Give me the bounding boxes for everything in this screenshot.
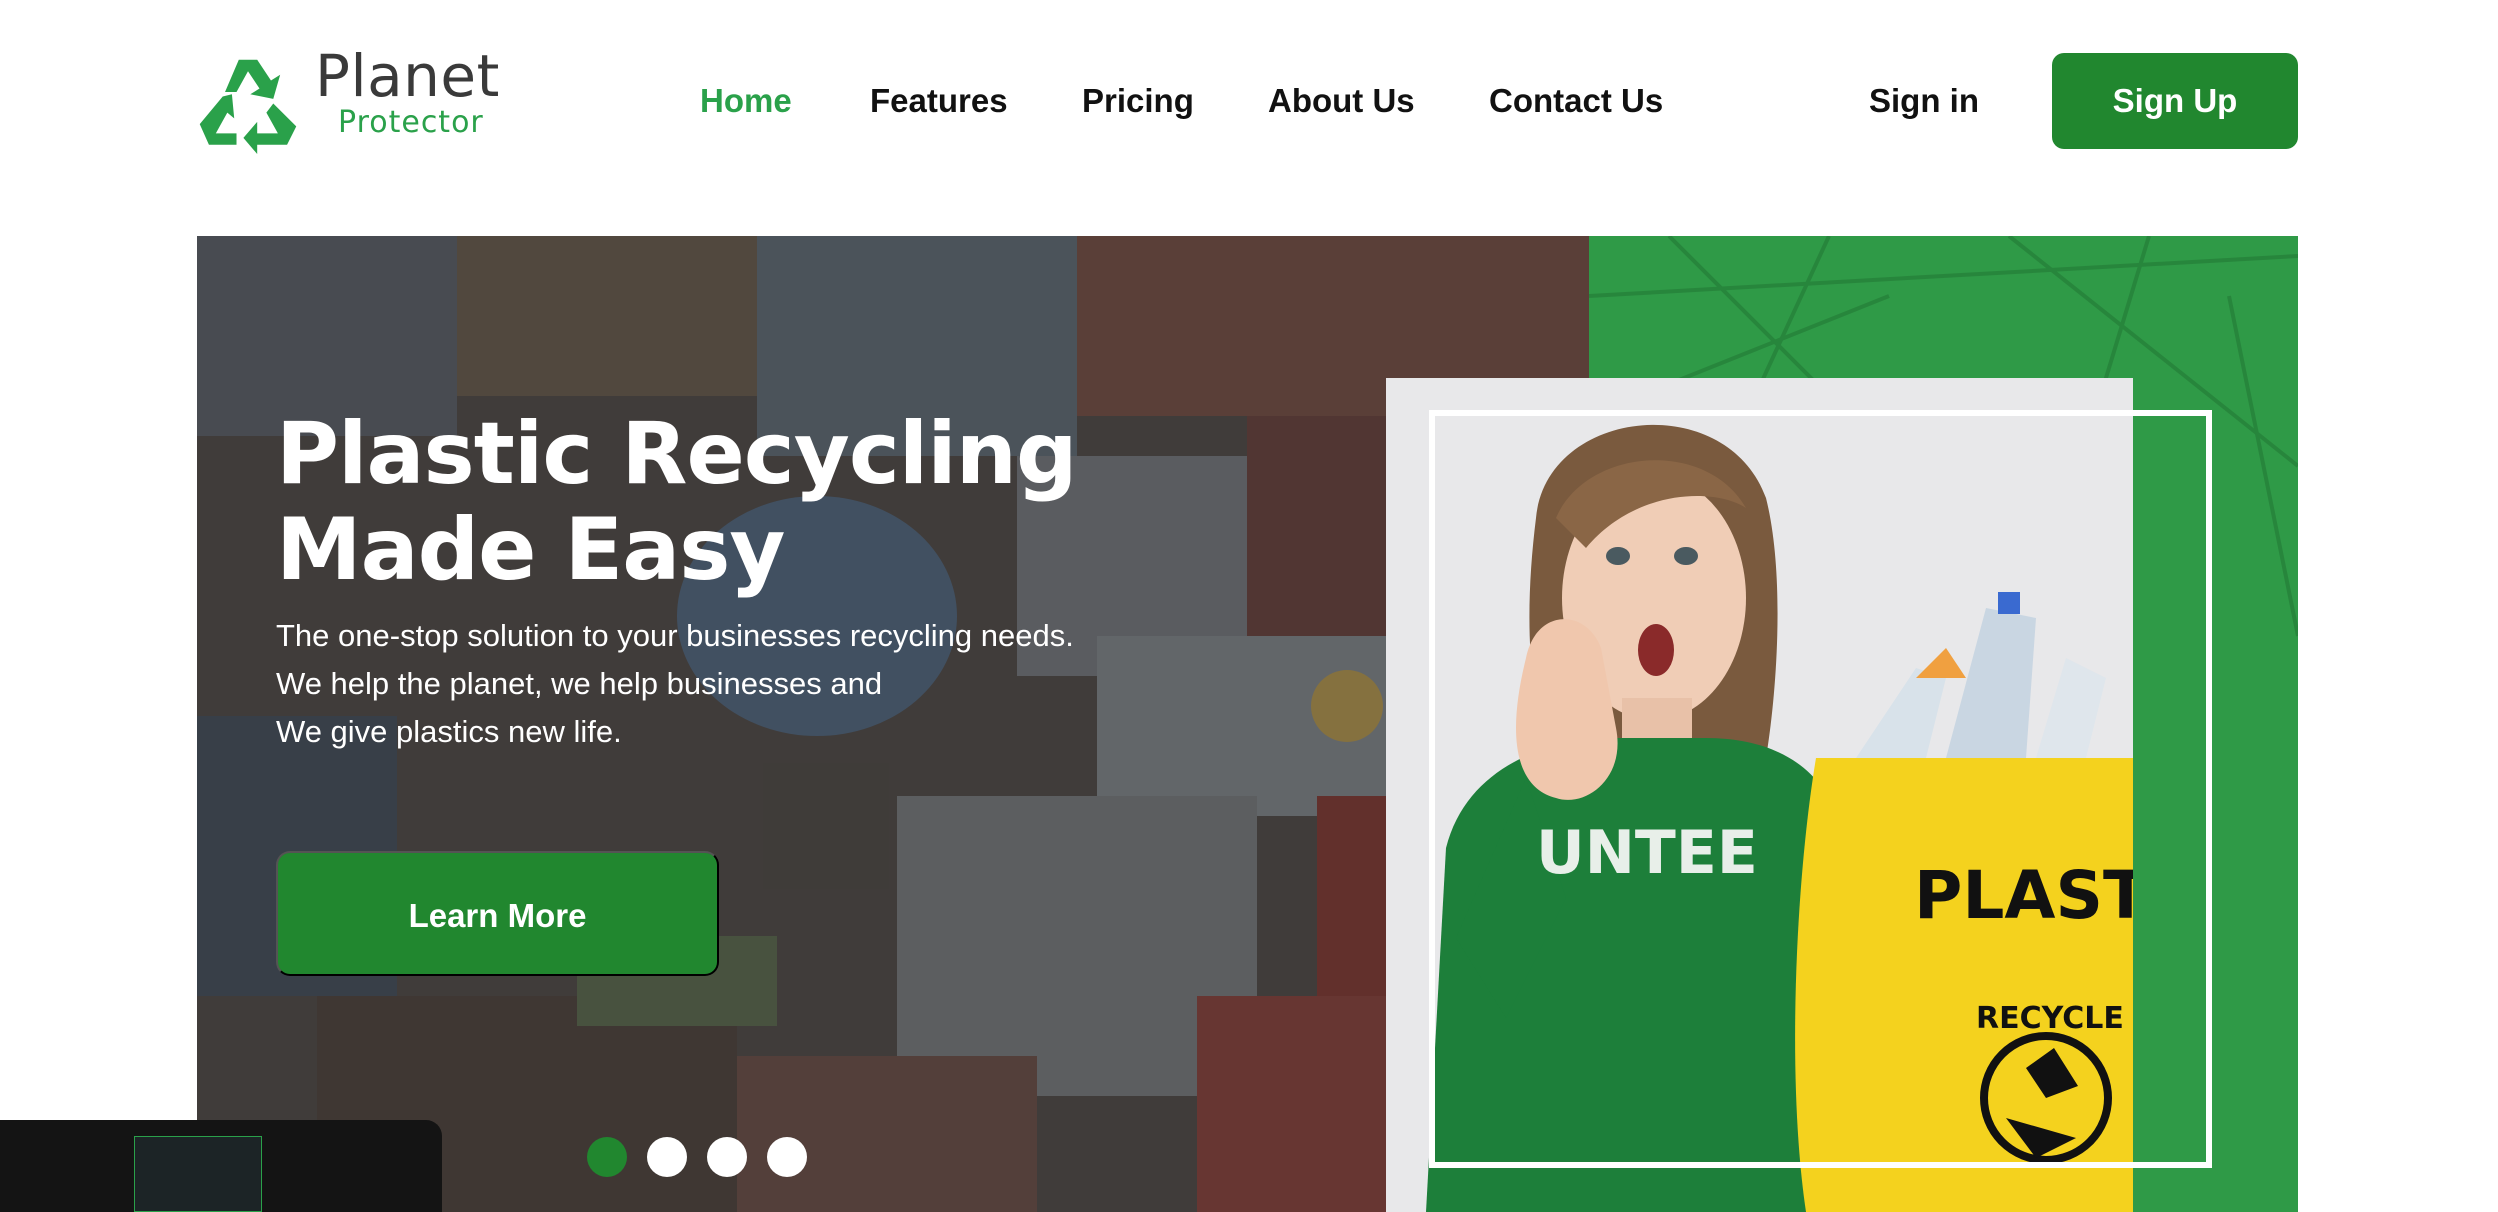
hero-description: The one-stop solution to your businesses…: [276, 612, 1276, 756]
sign-in-link[interactable]: Sign in: [1869, 78, 1979, 124]
brand-title: Planet: [315, 42, 500, 110]
hero-desc-line-1: The one-stop solution to your businesses…: [276, 618, 1074, 653]
carousel-dot-3[interactable]: [707, 1137, 747, 1177]
site-header: Planet Protector Home Features Pricing A…: [0, 0, 2498, 205]
photo-frame: [1429, 410, 2212, 1168]
nav-features[interactable]: Features: [870, 78, 1008, 124]
learn-more-button[interactable]: Learn More: [276, 851, 719, 976]
thumbnail-preview[interactable]: [134, 1136, 262, 1212]
nav-pricing[interactable]: Pricing: [1082, 78, 1194, 124]
hero-title: Plastic Recycling Made Easy: [276, 406, 1176, 598]
carousel-dot-4[interactable]: [767, 1137, 807, 1177]
logo[interactable]: Planet Protector: [190, 44, 500, 156]
recycle-icon: [199, 59, 297, 154]
hero-desc-line-2: We help the planet, we help businesses a…: [276, 666, 883, 701]
hero-title-line-2: Made Easy: [276, 500, 785, 600]
hero-desc-line-3: We give plastics new life.: [276, 714, 622, 749]
sign-up-button[interactable]: Sign Up: [2052, 53, 2298, 149]
brand-subtitle: Protector: [338, 105, 484, 140]
nav-home[interactable]: Home: [700, 78, 792, 124]
thumbnail-panel: [0, 1120, 442, 1212]
hero-title-line-1: Plastic Recycling: [276, 404, 1078, 504]
carousel-dot-2[interactable]: [647, 1137, 687, 1177]
nav-contact-us[interactable]: Contact Us: [1489, 78, 1663, 124]
carousel-dot-1[interactable]: [587, 1137, 627, 1177]
hero-section: Plastic Recycling Made Easy The one-stop…: [197, 236, 2298, 1212]
nav-about-us[interactable]: About Us: [1268, 78, 1415, 124]
